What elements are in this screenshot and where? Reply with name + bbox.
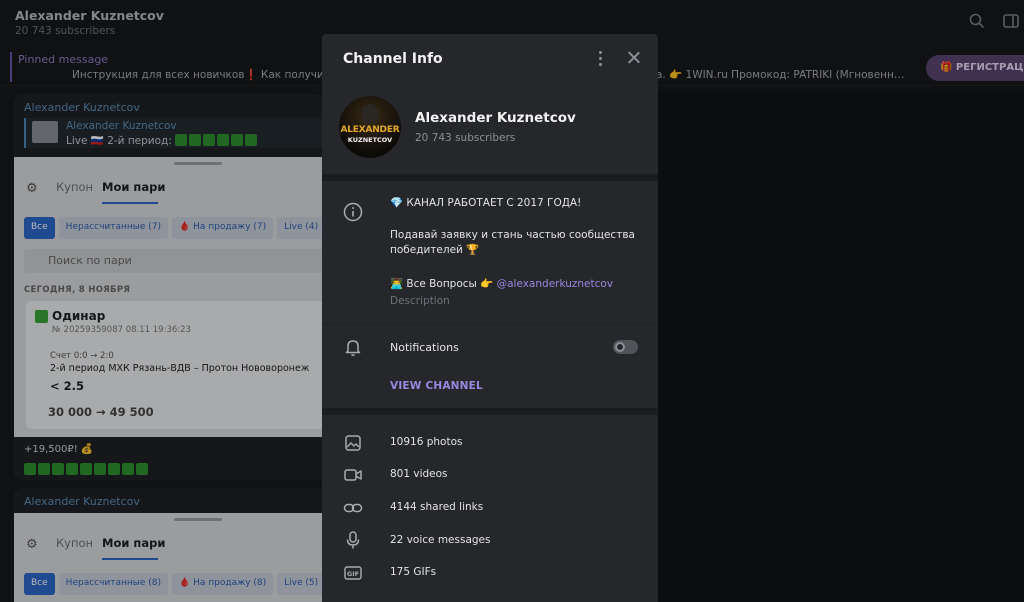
row-divider [322,323,658,324]
stat-photos[interactable]: 10916 photos [390,436,463,448]
info-icon [343,202,363,222]
avatar-logo-text: ALEXANDER [340,125,400,135]
link-icon [343,503,363,513]
photo-icon [345,435,361,451]
channel-name: Alexander Kuznetcov [415,110,576,126]
avatar-logo-subtext: KUZNETCOV [347,136,393,144]
section-divider [322,174,658,181]
svg-text:GIF: GIF [347,570,359,578]
stat-voice-messages[interactable]: 22 voice messages [390,534,490,546]
modal-title: Channel Info [343,51,443,67]
close-icon[interactable] [624,48,644,68]
description-line-1: 💎 КАНАЛ РАБОТАЕТ С 2017 ГОДА! [390,197,582,209]
channel-avatar[interactable]: ALEXANDER KUZNETCOV [339,96,401,158]
notifications-label: Notifications [390,341,459,354]
channel-subscribers: 20 743 subscribers [415,132,516,144]
notifications-toggle[interactable] [613,340,638,354]
microphone-icon [346,531,360,549]
more-options-icon[interactable] [590,48,610,68]
channel-info-panel: Channel Info ALEXANDER KUZNETCOV Alexand… [322,34,658,602]
video-icon [344,469,362,481]
description-line-3-text: 👨‍💻 Все Вопросы 👉 [390,278,497,290]
toggle-knob [615,342,625,352]
stat-gifs[interactable]: 175 GIFs [390,566,436,578]
gif-icon: GIF [344,566,362,580]
stat-shared-links[interactable]: 4144 shared links [390,501,483,513]
avatar-figure [361,104,379,124]
section-divider [322,408,658,415]
description-line-2: Подавай заявку и стань частью сообщества… [390,229,635,256]
view-channel-button[interactable]: VIEW CHANNEL [390,380,483,392]
description-line-3: 👨‍💻 Все Вопросы 👉 @alexanderkuznetcov [390,277,613,290]
bell-icon [345,340,361,356]
modal-header: Channel Info [322,34,658,86]
description-caption: Description [390,295,450,307]
username-link[interactable]: @alexanderkuznetcov [497,278,613,290]
stat-videos[interactable]: 801 videos [390,468,448,480]
